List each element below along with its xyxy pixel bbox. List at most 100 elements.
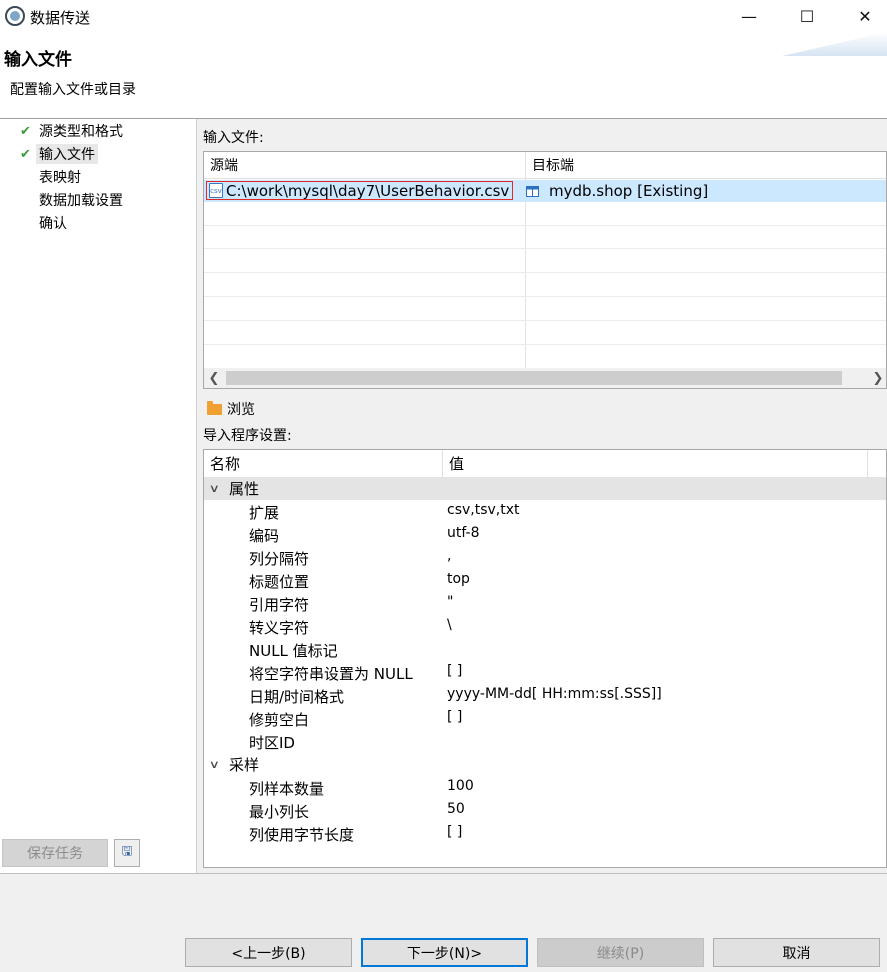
step-input-files[interactable]: ✔ 输入文件 bbox=[20, 143, 98, 165]
property-value[interactable]: [ ] bbox=[447, 824, 462, 840]
source-file-cell[interactable]: csv C:\work\mysql\day7\UserBehavior.csv bbox=[206, 181, 513, 200]
csv-file-icon: csv bbox=[209, 183, 223, 198]
next-button[interactable]: 下一步(N)> bbox=[361, 938, 528, 967]
property-name: 扩展 bbox=[249, 504, 280, 522]
property-name: 编码 bbox=[249, 527, 280, 545]
grid-line bbox=[204, 320, 886, 321]
property-row[interactable]: 列样本数量 100 bbox=[204, 776, 886, 799]
property-value[interactable]: top bbox=[447, 571, 470, 587]
scroll-right-icon[interactable]: ❯ bbox=[868, 368, 886, 388]
property-value[interactable]: " bbox=[447, 594, 453, 610]
source-file-path: C:\work\mysql\day7\UserBehavior.csv bbox=[226, 181, 510, 200]
cancel-button[interactable]: 取消 bbox=[713, 938, 880, 967]
grid-line bbox=[204, 344, 886, 345]
save-config-icon[interactable]: 🖫 bbox=[114, 839, 140, 867]
property-value[interactable]: utf-8 bbox=[447, 525, 479, 541]
property-name: 引用字符 bbox=[249, 596, 310, 614]
grid-line bbox=[204, 296, 886, 297]
check-icon: ✔ bbox=[20, 146, 31, 162]
column-header-value[interactable]: 值 bbox=[443, 450, 867, 477]
property-row[interactable]: 引用字符 " bbox=[204, 592, 886, 615]
grid-line bbox=[204, 225, 886, 226]
chevron-down-icon[interactable]: ∨ bbox=[209, 758, 226, 771]
property-row[interactable]: 转义字符 \ bbox=[204, 615, 886, 638]
step-label: 数据加载设置 bbox=[39, 193, 123, 209]
group-sampling[interactable]: ∨ 采样 bbox=[204, 753, 886, 776]
column-header-target[interactable]: 目标端 bbox=[526, 152, 886, 179]
property-name: 修剪空白 bbox=[249, 711, 310, 729]
minimize-icon[interactable]: — bbox=[720, 0, 778, 32]
wizard-header bbox=[0, 32, 887, 118]
group-label: 属性 bbox=[229, 480, 260, 498]
property-row[interactable]: 日期/时间格式 yyyy-MM-dd[ HH:mm:ss[.SSS]] bbox=[204, 684, 886, 707]
property-row[interactable]: 修剪空白 [ ] bbox=[204, 707, 886, 730]
step-label: 输入文件 bbox=[36, 144, 98, 164]
check-icon: ✔ bbox=[20, 123, 31, 139]
scroll-left-icon[interactable]: ❮ bbox=[204, 368, 224, 388]
property-row[interactable]: NULL 值标记 bbox=[204, 638, 886, 661]
table-icon bbox=[526, 185, 539, 197]
property-name: 列使用字节长度 bbox=[249, 826, 355, 844]
step-label: 确认 bbox=[39, 216, 67, 232]
property-value[interactable]: 50 bbox=[447, 801, 465, 817]
browse-button[interactable]: 浏览 bbox=[207, 399, 255, 419]
target-table-name: mydb.shop [Existing] bbox=[549, 182, 709, 200]
grid-line bbox=[204, 248, 886, 249]
property-row[interactable]: 编码 utf-8 bbox=[204, 523, 886, 546]
property-row[interactable]: 将空字符串设置为 NULL [ ] bbox=[204, 661, 886, 684]
step-label: 源类型和格式 bbox=[39, 124, 123, 140]
chevron-down-icon[interactable]: ∨ bbox=[209, 482, 226, 495]
property-name: NULL 值标记 bbox=[249, 642, 338, 660]
property-name: 转义字符 bbox=[249, 619, 310, 637]
property-name: 日期/时间格式 bbox=[249, 688, 345, 706]
property-row[interactable]: 时区ID bbox=[204, 730, 886, 753]
group-properties[interactable]: ∨ 属性 bbox=[204, 477, 886, 500]
column-header-name[interactable]: 名称 bbox=[204, 450, 442, 477]
property-row[interactable]: 扩展 csv,tsv,txt bbox=[204, 500, 886, 523]
property-value[interactable]: 100 bbox=[447, 778, 474, 794]
property-value[interactable]: yyyy-MM-dd[ HH:mm:ss[.SSS]] bbox=[447, 686, 662, 702]
step-label: 表映射 bbox=[39, 170, 81, 186]
input-files-table[interactable]: 源端 目标端 csv C:\work\mysql\day7\UserBehavi… bbox=[203, 151, 887, 389]
close-icon[interactable]: ✕ bbox=[836, 0, 887, 32]
property-row[interactable]: 列分隔符, bbox=[204, 546, 886, 569]
step-table-mapping[interactable]: 表映射 bbox=[20, 166, 84, 188]
input-files-label: 输入文件: bbox=[203, 130, 264, 146]
property-name: 将空字符串设置为 NULL bbox=[249, 665, 413, 683]
property-name: 标题位置 bbox=[249, 573, 310, 591]
group-label: 采样 bbox=[229, 756, 260, 774]
property-name: 列分隔符 bbox=[249, 550, 310, 568]
page-subtitle: 配置输入文件或目录 bbox=[10, 82, 136, 98]
column-header-source[interactable]: 源端 bbox=[204, 152, 526, 179]
grid-line bbox=[204, 272, 886, 273]
app-logo-icon bbox=[5, 6, 25, 26]
horizontal-scrollbar[interactable]: ❮ ❯ bbox=[204, 368, 886, 388]
page-title: 输入文件 bbox=[4, 50, 72, 70]
property-value[interactable]: \ bbox=[447, 617, 452, 633]
continue-button[interactable]: 继续(P) bbox=[537, 938, 704, 967]
column-divider bbox=[867, 450, 868, 477]
maximize-icon[interactable]: ☐ bbox=[778, 0, 836, 32]
property-name: 最小列长 bbox=[249, 803, 310, 821]
target-table-cell[interactable]: mydb.shop [Existing] bbox=[526, 181, 708, 201]
property-row[interactable]: 最小列长 50 bbox=[204, 799, 886, 822]
importer-settings-table[interactable]: 名称 值 ∨ 属性 扩展 csv,tsv,txt 编码 utf-8 列分隔符, 标题… bbox=[203, 449, 887, 868]
browse-label: 浏览 bbox=[227, 402, 255, 418]
importer-settings-label: 导入程序设置: bbox=[203, 428, 292, 444]
property-row[interactable]: 标题位置 top bbox=[204, 569, 886, 592]
folder-icon bbox=[207, 400, 222, 415]
step-confirm[interactable]: 确认 bbox=[20, 212, 70, 234]
scrollbar-thumb[interactable] bbox=[226, 371, 842, 385]
save-task-button[interactable]: 保存任务 bbox=[2, 839, 108, 867]
back-button[interactable]: <上一步(B) bbox=[185, 938, 352, 967]
property-name: 列样本数量 bbox=[249, 780, 325, 798]
property-name: 时区ID bbox=[249, 734, 295, 752]
property-value[interactable]: [ ] bbox=[447, 709, 462, 725]
property-row[interactable]: 列使用字节长度 [ ] bbox=[204, 822, 886, 845]
window-title: 数据传送 bbox=[30, 9, 91, 27]
step-load-settings[interactable]: 数据加载设置 bbox=[20, 189, 126, 211]
property-value[interactable]: [ ] bbox=[447, 663, 462, 679]
step-source-type[interactable]: ✔ 源类型和格式 bbox=[20, 120, 126, 142]
property-value[interactable]: csv,tsv,txt bbox=[447, 502, 520, 518]
property-value[interactable]: , bbox=[447, 548, 451, 564]
